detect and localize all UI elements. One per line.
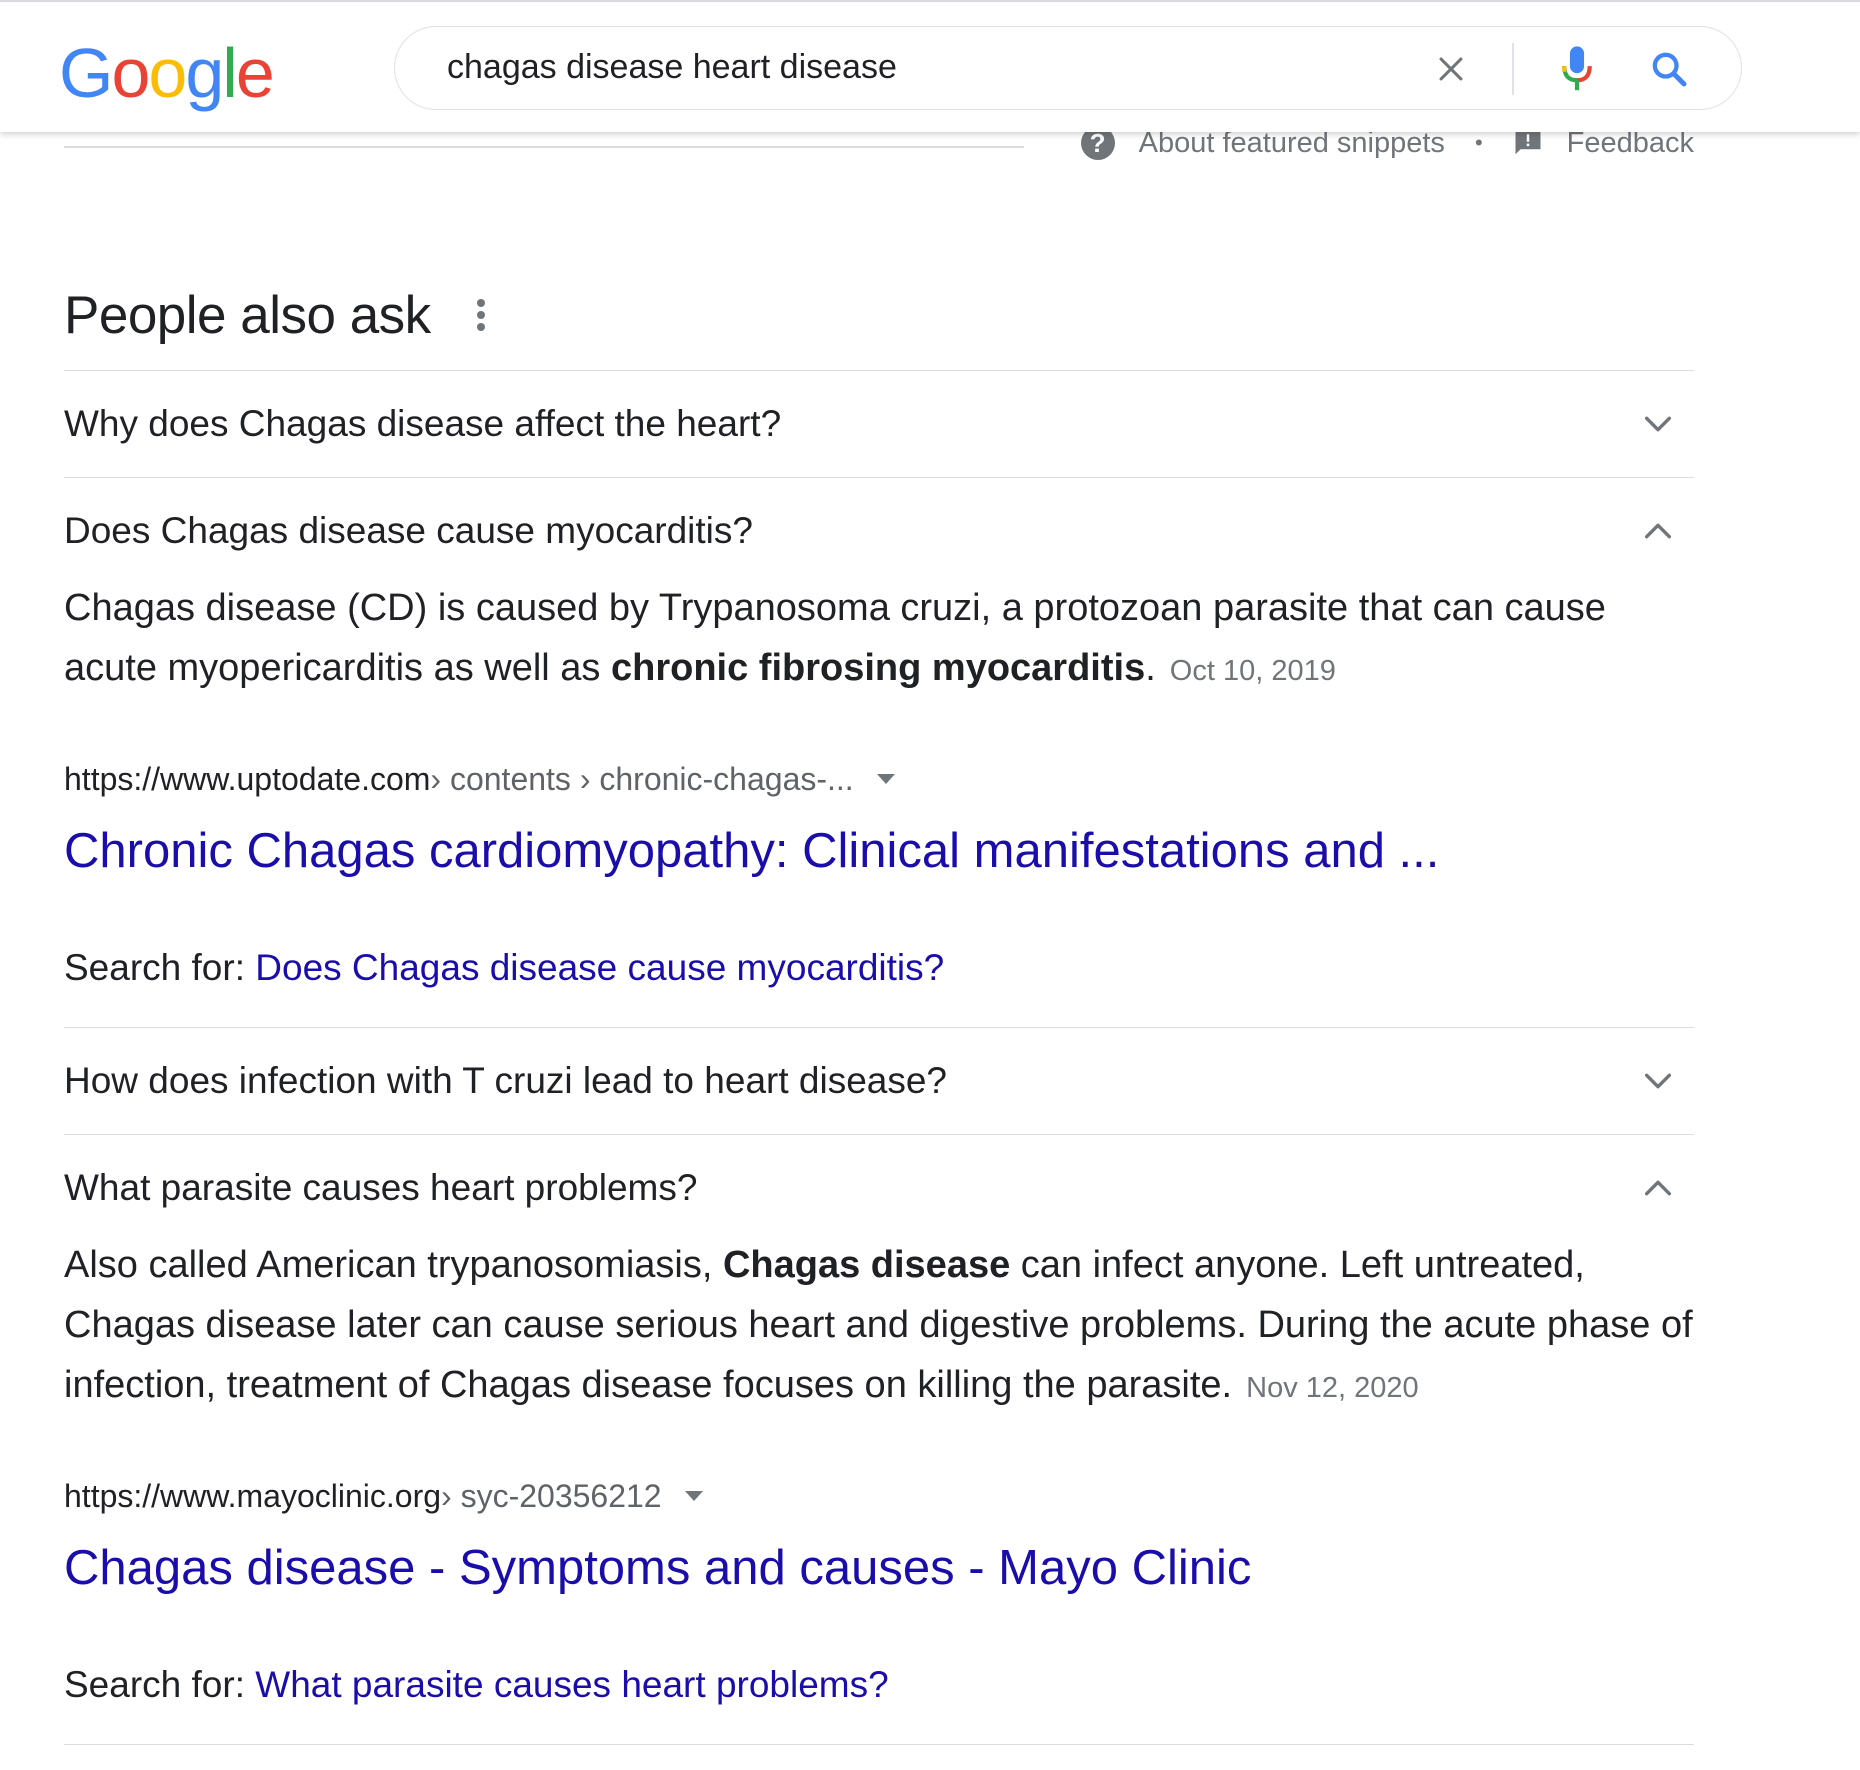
logo-letter: l bbox=[222, 34, 238, 112]
search-for-link[interactable]: What parasite causes heart problems? bbox=[255, 1664, 888, 1705]
caret-down-icon bbox=[684, 1491, 703, 1501]
search-for-row: Search for: Does Chagas disease cause my… bbox=[64, 943, 1694, 993]
paa-question: How does infection with T cruzi lead to … bbox=[64, 1060, 948, 1101]
search-icon bbox=[1652, 52, 1687, 87]
chevron-up-icon bbox=[1634, 1164, 1682, 1212]
search-header: Google bbox=[0, 0, 1860, 132]
logo-letter: o bbox=[148, 34, 187, 112]
search-box-divider bbox=[1512, 43, 1514, 95]
footer-separator: • bbox=[1474, 130, 1483, 155]
search-button[interactable] bbox=[1641, 41, 1697, 97]
search-for-label: Search for: bbox=[64, 947, 256, 988]
paa-item: Why does Chagas disease affect the heart… bbox=[64, 371, 1694, 478]
url-domain: https://www.uptodate.com bbox=[64, 760, 431, 797]
paa-item: Does Chagas disease cause myocarditis? C… bbox=[64, 478, 1694, 1028]
paa-question: What parasite causes heart problems? bbox=[64, 1167, 698, 1208]
logo-letter: e bbox=[235, 34, 275, 112]
url-domain: https://www.mayoclinic.org bbox=[64, 1477, 442, 1514]
paa-more-options-button[interactable] bbox=[475, 297, 487, 333]
search-for-link[interactable]: Does Chagas disease cause myocarditis? bbox=[255, 947, 944, 988]
header-top-border bbox=[0, 0, 1860, 2]
chevron-down-icon bbox=[1634, 1057, 1682, 1105]
microphone-icon bbox=[1562, 46, 1592, 91]
google-logo[interactable]: Google bbox=[59, 33, 275, 113]
result-options-button[interactable] bbox=[684, 1489, 704, 1503]
paa-question-row[interactable]: What parasite causes heart problems? bbox=[64, 1135, 1694, 1241]
paa-question: Why does Chagas disease affect the heart… bbox=[64, 403, 782, 444]
paa-title: People also ask bbox=[64, 285, 431, 345]
result-url: https://www.mayoclinic.org › syc-2035621… bbox=[64, 1476, 1694, 1516]
search-for-row: Search for: What parasite causes heart p… bbox=[64, 1660, 1694, 1710]
url-path: › syc-20356212 bbox=[441, 1477, 662, 1514]
url-path: › contents › chronic-chagas-... bbox=[430, 760, 854, 797]
result-url: https://www.uptodate.com › contents › ch… bbox=[64, 759, 1694, 799]
clear-search-button[interactable] bbox=[1425, 43, 1477, 95]
paa-question: Does Chagas disease cause myocarditis? bbox=[64, 510, 753, 551]
answer-highlight: chronic fibrosing myocarditis bbox=[611, 647, 1146, 689]
answer-date: Oct 10, 2019 bbox=[1169, 655, 1336, 687]
more-vert-icon bbox=[476, 299, 485, 331]
logo-letter: g bbox=[185, 34, 224, 112]
paa-item: How does infection with T cruzi lead to … bbox=[64, 1028, 1694, 1135]
paa-item: What parasite causes heart problems? Als… bbox=[64, 1135, 1694, 1745]
people-also-ask: People also ask Why does Chagas disease … bbox=[64, 280, 1694, 1745]
paa-header: People also ask bbox=[64, 280, 1694, 350]
paa-list: Why does Chagas disease affect the heart… bbox=[64, 370, 1694, 1745]
caret-down-icon bbox=[876, 774, 895, 784]
answer-date: Nov 12, 2020 bbox=[1246, 1372, 1419, 1404]
answer-text: Also called American trypanosomiasis, bbox=[64, 1244, 723, 1286]
logo-letter: G bbox=[59, 34, 113, 112]
result-title-link[interactable]: Chronic Chagas cardiomyopathy: Clinical … bbox=[64, 819, 1694, 883]
paa-question-row[interactable]: Why does Chagas disease affect the heart… bbox=[64, 371, 1694, 477]
chevron-up-icon bbox=[1634, 507, 1682, 555]
search-for-label: Search for: bbox=[64, 1664, 256, 1705]
paa-question-row[interactable]: How does infection with T cruzi lead to … bbox=[64, 1028, 1694, 1134]
chevron-down-icon bbox=[1634, 400, 1682, 448]
feedback-icon bbox=[1515, 130, 1541, 155]
answer-text: . bbox=[1145, 647, 1156, 689]
search-box bbox=[394, 26, 1742, 110]
paa-answer: Also called American trypanosomiasis, Ch… bbox=[64, 1235, 1694, 1418]
paa-answer: Chagas disease (CD) is caused by Trypano… bbox=[64, 578, 1694, 701]
voice-search-button[interactable] bbox=[1547, 39, 1607, 99]
close-icon bbox=[1439, 57, 1463, 81]
answer-highlight: Chagas disease bbox=[722, 1244, 1011, 1286]
snippet-divider bbox=[64, 146, 1024, 148]
search-input[interactable] bbox=[447, 45, 1347, 89]
result-options-button[interactable] bbox=[876, 772, 896, 786]
paa-question-row[interactable]: Does Chagas disease cause myocarditis? bbox=[64, 478, 1694, 584]
logo-letter: o bbox=[111, 34, 150, 112]
result-title-link[interactable]: Chagas disease - Symptoms and causes - M… bbox=[64, 1536, 1694, 1600]
